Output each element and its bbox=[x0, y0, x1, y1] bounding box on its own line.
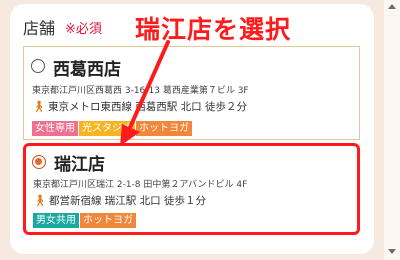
store-name: 瑞江店 bbox=[54, 155, 105, 175]
store-access-text: 都営新宿線 瑞江駅 北口 徒歩１分 bbox=[48, 195, 206, 207]
tag-hot-yoga: ホットヨガ bbox=[80, 213, 136, 228]
arrow-icon bbox=[120, 40, 170, 146]
tag-women-only: 女性専用 bbox=[32, 121, 78, 136]
required-mark: ※必須 bbox=[65, 22, 102, 37]
store-field-label: 店舗 bbox=[23, 19, 56, 38]
store-address: 東京都江戸川区瑞江 2-1-8 田中第２アバンドビル 4F bbox=[33, 180, 248, 190]
walking-person-icon: 🚶︎ bbox=[32, 100, 46, 113]
walking-person-icon: 🚶︎ bbox=[33, 194, 47, 207]
scroll-down-arrow-icon[interactable] bbox=[388, 249, 396, 254]
tag-unisex: 男女共用 bbox=[33, 213, 79, 228]
store-option-mizue[interactable]: 瑞江店 東京都江戸川区瑞江 2-1-8 田中第２アバンドビル 4F 🚶︎ 都営新宿… bbox=[23, 143, 360, 235]
scroll-up-arrow-icon[interactable] bbox=[388, 4, 396, 9]
radio-button[interactable] bbox=[31, 59, 45, 73]
store-option-nishikasai[interactable]: 西葛西店 東京都江戸川区西葛西 3-16-13 葛西産業第７ビル 3F 🚶︎ 東京… bbox=[23, 46, 360, 140]
store-name: 西葛西店 bbox=[53, 60, 121, 80]
radio-button-selected[interactable] bbox=[32, 155, 46, 169]
store-access: 🚶︎ 都営新宿線 瑞江駅 北口 徒歩１分 bbox=[33, 193, 206, 208]
store-tags: 男女共用 ホットヨガ bbox=[33, 213, 136, 228]
scrollbar[interactable] bbox=[384, 0, 400, 260]
